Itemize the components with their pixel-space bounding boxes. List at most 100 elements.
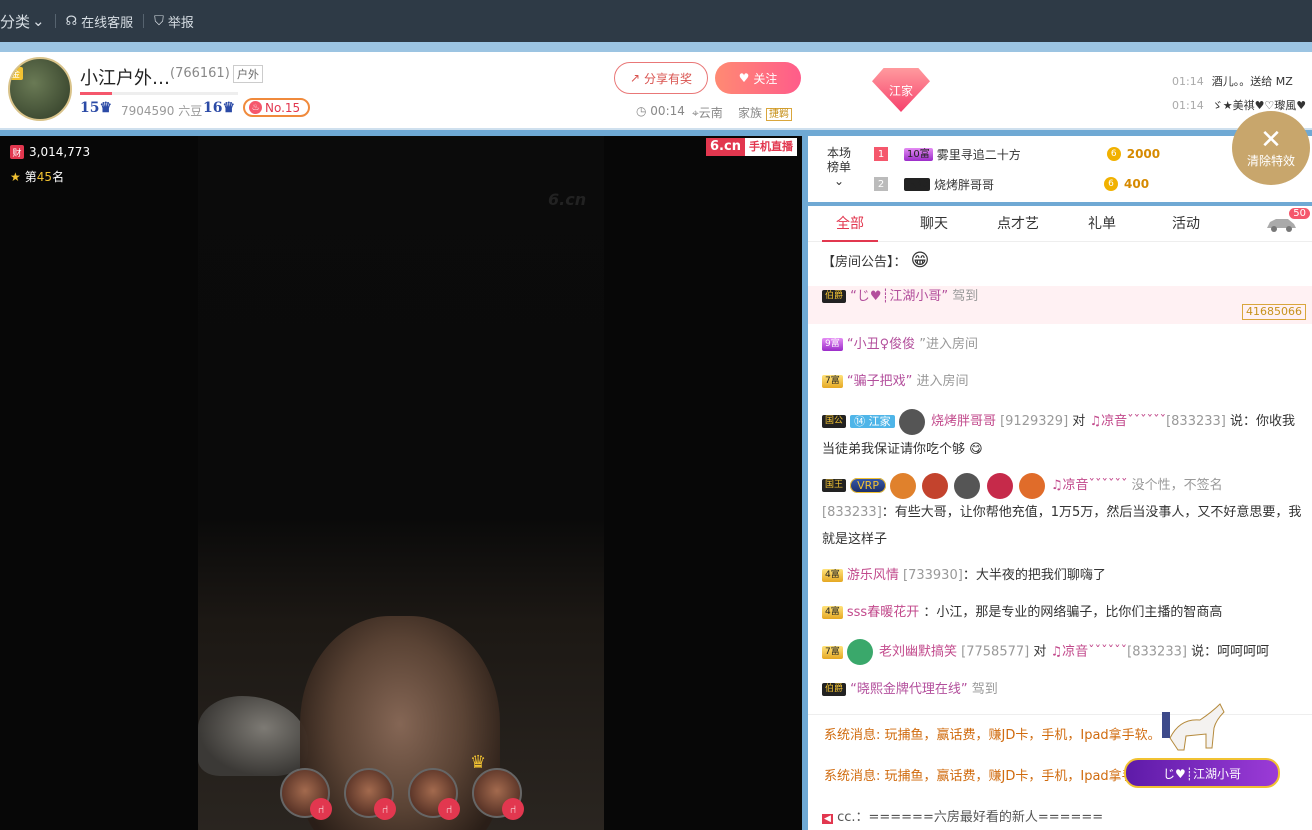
chat-message: 4富 游乐风情 [733930]：大半夜的把我们聊嗨了 (822, 565, 1106, 587)
customer-service-link[interactable]: ☊ 在线客服 (66, 12, 134, 31)
ranking-label-text: 本场榜单 (826, 146, 851, 174)
clear-effects-button[interactable]: ✕ 清除特效 (1232, 111, 1310, 185)
rank-prefix: 第 (24, 170, 37, 184)
user-nick[interactable]: “晓熙金牌代理在线” (850, 682, 967, 697)
user-nick[interactable]: 游乐风情 (847, 568, 899, 583)
tab-activity[interactable]: 活动 (1144, 206, 1228, 242)
chevron-down-icon: ⌄ (32, 12, 45, 30)
share-label: 分享有奖 (644, 71, 693, 86)
car-icon[interactable]: 50 (1264, 208, 1310, 234)
sofa-seat[interactable]: ⑁ (344, 768, 396, 820)
video-rank: ★ 第45名 (10, 168, 64, 185)
chat-message: 7富 “骗子把戏” 进入房间 (822, 371, 969, 393)
sofa-seat[interactable]: ⑁ (408, 768, 460, 820)
notice-label: 【房间公告】： (822, 255, 907, 270)
user-id: [833233] (822, 505, 882, 520)
family-badge: ⑭ 江家 (850, 415, 895, 428)
category-label: 分类 (0, 12, 31, 31)
rank-label: No.15 (265, 100, 301, 115)
message-text: ：小江，那是专业的网络骗子，比你们主播的智商高 (923, 605, 1223, 620)
user-nick[interactable]: ♫凉音ˇˇˇˇˇˇ (1051, 478, 1128, 493)
clear-effects-label: 清除特效 (1246, 153, 1295, 168)
laugh-emoji-icon: 😋 (969, 442, 983, 457)
car-number: 41685066 (1242, 304, 1306, 320)
action-text: 进入房间 (916, 374, 969, 389)
gift-ticker-line: 01:14 ゞ★美祺♥♡瓈風♥ (1172, 97, 1306, 113)
system-message: 系统消息: 玩捕鱼，赢话费，赚JD卡，手机，Ipad拿手软。 (824, 724, 1161, 743)
category-tag[interactable]: 户外 (233, 65, 263, 83)
ticker-time: 01:14 (1172, 75, 1204, 88)
target-nick[interactable]: ♫凉音ˇˇˇˇˇˇ (1089, 414, 1166, 429)
level-badge: 7富 (822, 375, 843, 388)
report-label: 举报 (167, 15, 194, 31)
share-button[interactable]: ↗ 分享有奖 (614, 62, 708, 94)
anchor-level-value: 15 (80, 100, 100, 116)
tab-all[interactable]: 全部 (808, 206, 892, 242)
vip-badge: VRP (850, 478, 886, 493)
sofa-seat[interactable]: ⑁ (472, 768, 524, 820)
action-text: 驾到 (971, 682, 998, 697)
tab-chat[interactable]: 聊天 (892, 206, 976, 242)
chat-tabs: 全部 聊天 点才艺 礼单 活动 50 (808, 206, 1312, 242)
target-nick[interactable]: ♫凉音ˇˇˇˇˇˇ (1051, 645, 1128, 660)
bottom-message: ◀ cc.：======六房最好看的新人====== (822, 806, 1103, 825)
ranking-name: 烧烤胖哥哥 (934, 177, 995, 192)
share-icon: ↗ (629, 71, 641, 85)
video-player[interactable]: 6.cn 6.cn 手机直播 财 3,014,773 ★ 第45名 ⑁ ⑁ ⑁ … (0, 136, 802, 830)
wealth-icon: 财 (10, 145, 24, 159)
wealth-level: 16♛ (203, 100, 236, 116)
tab-gift-list[interactable]: 礼单 (1060, 206, 1144, 242)
sofa-seats: ⑁ ⑁ ⑁ ⑁ (280, 768, 524, 820)
user-id: [9129329] (1000, 414, 1069, 429)
location: ⌖云南 (692, 106, 723, 120)
star-icon: ★ (10, 169, 21, 184)
user-nick[interactable]: 烧烤胖哥哥 (931, 414, 996, 429)
anchor-name: 小江户外… (80, 68, 170, 89)
report-link[interactable]: ⛉ 举报 (154, 12, 194, 31)
guard-icon (898, 408, 925, 435)
room-id: (766161) (170, 66, 230, 81)
sofa-seat[interactable]: ⑁ (280, 768, 332, 820)
anchor-rank-badge[interactable]: ♨ No.15 (243, 98, 311, 117)
user-nick[interactable]: “じ♥┊江湖小哥” (850, 289, 948, 304)
speaker-icon: ◀ (822, 814, 833, 824)
family[interactable]: 家族 捷羁 (738, 104, 793, 121)
action-text: ”进入房间 (919, 337, 979, 352)
user-nick[interactable]: “骗子把戏” (847, 374, 912, 389)
wealth-level-value: 16 (203, 100, 223, 116)
crown-icon: ♛ (470, 752, 487, 773)
user-nick[interactable]: “小丑♀俊俊 (847, 337, 915, 352)
coin-icon: 6 (1106, 147, 1121, 161)
mic-medal-icon (954, 472, 981, 499)
ranking-row[interactable]: 1 10富 雾里寻追二十方 6 2000 (874, 143, 1194, 165)
rank-number: 1 (874, 147, 888, 161)
level-badge: 7富 (822, 645, 843, 659)
beans-count: 7904590 六豆 (121, 104, 203, 118)
follow-button[interactable]: ♥ 关注 (715, 62, 801, 94)
super-medal-icon (1018, 472, 1045, 499)
live-timer: ◷ 00:14 (636, 104, 685, 118)
timer-value: 00:14 (650, 104, 685, 118)
family-emblem[interactable]: 江家 (872, 68, 930, 112)
sofa-icon: ⑁ (438, 798, 460, 820)
category-menu[interactable]: 分类 ⌄ (0, 11, 45, 32)
customer-service-label: 在线客服 (81, 15, 134, 31)
ranking-label[interactable]: 本场榜单 ⌄ (822, 146, 856, 188)
rank-number: 2 (874, 177, 888, 191)
user-id: [7758577] (961, 644, 1030, 660)
tab-talent[interactable]: 点才艺 (976, 206, 1060, 242)
message-text: ：大半夜的把我们聊嗨了 (962, 568, 1106, 583)
user-nick[interactable]: 老刘幽默搞笑 (879, 645, 957, 660)
chat-message: 9富 “小丑♀俊俊 ”进入房间 (822, 334, 978, 356)
ranking-row[interactable]: 2 国公 烧烤胖哥哥 6 400 (874, 173, 1194, 195)
chat-message: 7富 老刘幽默搞笑 [7758577] 对 ♫凉音ˇˇˇˇˇˇ[833233] … (822, 639, 1269, 665)
gift-ticker-line: 01:14 酒儿。。送给 MZ (1172, 73, 1293, 89)
anchor-avatar[interactable]: 金 (8, 57, 72, 121)
ranking-amount: 2000 (1126, 147, 1161, 161)
chat-message: 伯爵 “じ♥┊江湖小哥” 驾到 41685066 (808, 286, 1312, 324)
user-nick[interactable]: sss春暖花开 (847, 605, 919, 620)
close-icon: ✕ (1260, 124, 1282, 155)
medal-icon (846, 639, 873, 665)
singer-medal-icon (922, 472, 949, 499)
header-gap (0, 42, 1312, 52)
